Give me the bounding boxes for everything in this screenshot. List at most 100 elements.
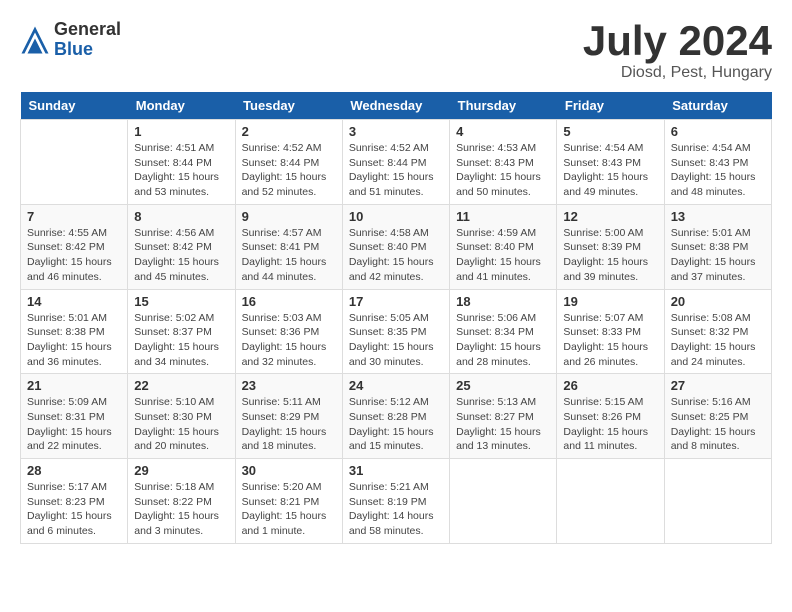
logo-blue-text: Blue — [54, 40, 121, 60]
calendar-table: SundayMondayTuesdayWednesdayThursdayFrid… — [20, 92, 772, 544]
header-day-wednesday: Wednesday — [342, 92, 449, 120]
day-info: Sunrise: 4:56 AM Sunset: 8:42 PM Dayligh… — [134, 226, 228, 285]
day-info: Sunrise: 5:03 AM Sunset: 8:36 PM Dayligh… — [242, 311, 336, 370]
calendar-cell: 16 Sunrise: 5:03 AM Sunset: 8:36 PM Dayli… — [235, 289, 342, 374]
day-number: 30 — [242, 463, 336, 478]
calendar-cell: 1 Sunrise: 4:51 AM Sunset: 8:44 PM Daylig… — [128, 120, 235, 205]
calendar-cell: 31 Sunrise: 5:21 AM Sunset: 8:19 PM Dayli… — [342, 459, 449, 544]
day-number: 26 — [563, 378, 657, 393]
day-number: 15 — [134, 294, 228, 309]
calendar-cell: 22 Sunrise: 5:10 AM Sunset: 8:30 PM Dayli… — [128, 374, 235, 459]
day-number: 21 — [27, 378, 121, 393]
day-info: Sunrise: 5:05 AM Sunset: 8:35 PM Dayligh… — [349, 311, 443, 370]
day-number: 10 — [349, 209, 443, 224]
day-info: Sunrise: 5:07 AM Sunset: 8:33 PM Dayligh… — [563, 311, 657, 370]
calendar-week-row: 7 Sunrise: 4:55 AM Sunset: 8:42 PM Daylig… — [21, 204, 772, 289]
day-number: 23 — [242, 378, 336, 393]
calendar-cell: 23Sunrise: 5:11 AM Sunset: 8:29 PM Dayli… — [235, 374, 342, 459]
day-number: 22 — [134, 378, 228, 393]
day-number: 11 — [456, 209, 550, 224]
calendar-cell: 14 Sunrise: 5:01 AM Sunset: 8:38 PM Dayli… — [21, 289, 128, 374]
day-number: 14 — [27, 294, 121, 309]
header-day-sunday: Sunday — [21, 92, 128, 120]
header-day-tuesday: Tuesday — [235, 92, 342, 120]
calendar-cell: 2Sunrise: 4:52 AM Sunset: 8:44 PM Daylig… — [235, 120, 342, 205]
day-number: 29 — [134, 463, 228, 478]
calendar-cell: 10 Sunrise: 4:58 AM Sunset: 8:40 PM Dayli… — [342, 204, 449, 289]
day-info: Sunrise: 5:21 AM Sunset: 8:19 PM Dayligh… — [349, 480, 443, 539]
calendar-cell: 7 Sunrise: 4:55 AM Sunset: 8:42 PM Daylig… — [21, 204, 128, 289]
day-info: Sunrise: 5:13 AM Sunset: 8:27 PM Dayligh… — [456, 395, 550, 454]
day-info: Sunrise: 5:17 AM Sunset: 8:23 PM Dayligh… — [27, 480, 121, 539]
day-info: Sunrise: 4:52 AM Sunset: 8:44 PM Dayligh… — [349, 141, 443, 200]
calendar-cell: 18 Sunrise: 5:06 AM Sunset: 8:34 PM Dayli… — [450, 289, 557, 374]
day-info: Sunrise: 4:54 AM Sunset: 8:43 PM Dayligh… — [671, 141, 765, 200]
calendar-cell — [664, 459, 771, 544]
day-info: Sunrise: 5:01 AM Sunset: 8:38 PM Dayligh… — [27, 311, 121, 370]
day-info: Sunrise: 5:06 AM Sunset: 8:34 PM Dayligh… — [456, 311, 550, 370]
day-number: 7 — [27, 209, 121, 224]
day-number: 12 — [563, 209, 657, 224]
logo: General Blue — [20, 20, 121, 60]
page-header: General Blue July 2024 Diosd, Pest, Hung… — [20, 20, 772, 82]
calendar-cell: 5Sunrise: 4:54 AM Sunset: 8:43 PM Daylig… — [557, 120, 664, 205]
day-number: 9 — [242, 209, 336, 224]
calendar-cell: 20 Sunrise: 5:08 AM Sunset: 8:32 PM Dayli… — [664, 289, 771, 374]
header-day-monday: Monday — [128, 92, 235, 120]
day-info: Sunrise: 4:55 AM Sunset: 8:42 PM Dayligh… — [27, 226, 121, 285]
day-info: Sunrise: 4:51 AM Sunset: 8:44 PM Dayligh… — [134, 141, 228, 200]
day-info: Sunrise: 5:15 AM Sunset: 8:26 PM Dayligh… — [563, 395, 657, 454]
day-number: 8 — [134, 209, 228, 224]
location: Diosd, Pest, Hungary — [583, 64, 772, 82]
day-number: 16 — [242, 294, 336, 309]
day-info: Sunrise: 5:00 AM Sunset: 8:39 PM Dayligh… — [563, 226, 657, 285]
calendar-cell: 17 Sunrise: 5:05 AM Sunset: 8:35 PM Dayli… — [342, 289, 449, 374]
logo-icon — [20, 25, 50, 55]
calendar-cell: 13Sunrise: 5:01 AM Sunset: 8:38 PM Dayli… — [664, 204, 771, 289]
day-info: Sunrise: 5:18 AM Sunset: 8:22 PM Dayligh… — [134, 480, 228, 539]
day-number: 3 — [349, 124, 443, 139]
day-info: Sunrise: 5:08 AM Sunset: 8:32 PM Dayligh… — [671, 311, 765, 370]
day-info: Sunrise: 5:02 AM Sunset: 8:37 PM Dayligh… — [134, 311, 228, 370]
day-info: Sunrise: 5:10 AM Sunset: 8:30 PM Dayligh… — [134, 395, 228, 454]
calendar-cell — [450, 459, 557, 544]
calendar-cell: 15 Sunrise: 5:02 AM Sunset: 8:37 PM Dayli… — [128, 289, 235, 374]
calendar-cell: 30Sunrise: 5:20 AM Sunset: 8:21 PM Dayli… — [235, 459, 342, 544]
calendar-cell: 21 Sunrise: 5:09 AM Sunset: 8:31 PM Dayli… — [21, 374, 128, 459]
calendar-week-row: 28 Sunrise: 5:17 AM Sunset: 8:23 PM Dayli… — [21, 459, 772, 544]
day-number: 19 — [563, 294, 657, 309]
calendar-cell: 11 Sunrise: 4:59 AM Sunset: 8:40 PM Dayli… — [450, 204, 557, 289]
day-info: Sunrise: 5:09 AM Sunset: 8:31 PM Dayligh… — [27, 395, 121, 454]
day-info: Sunrise: 5:16 AM Sunset: 8:25 PM Dayligh… — [671, 395, 765, 454]
day-number: 18 — [456, 294, 550, 309]
calendar-cell: 29 Sunrise: 5:18 AM Sunset: 8:22 PM Dayli… — [128, 459, 235, 544]
day-info: Sunrise: 4:52 AM Sunset: 8:44 PM Dayligh… — [242, 141, 336, 200]
day-info: Sunrise: 4:58 AM Sunset: 8:40 PM Dayligh… — [349, 226, 443, 285]
day-info: Sunrise: 4:53 AM Sunset: 8:43 PM Dayligh… — [456, 141, 550, 200]
calendar-cell: 19 Sunrise: 5:07 AM Sunset: 8:33 PM Dayli… — [557, 289, 664, 374]
day-number: 6 — [671, 124, 765, 139]
calendar-cell: 3 Sunrise: 4:52 AM Sunset: 8:44 PM Daylig… — [342, 120, 449, 205]
calendar-cell: 4Sunrise: 4:53 AM Sunset: 8:43 PM Daylig… — [450, 120, 557, 205]
day-number: 1 — [134, 124, 228, 139]
day-info: Sunrise: 4:54 AM Sunset: 8:43 PM Dayligh… — [563, 141, 657, 200]
day-number: 28 — [27, 463, 121, 478]
header-day-saturday: Saturday — [664, 92, 771, 120]
day-info: Sunrise: 4:57 AM Sunset: 8:41 PM Dayligh… — [242, 226, 336, 285]
day-number: 20 — [671, 294, 765, 309]
calendar-cell: 9 Sunrise: 4:57 AM Sunset: 8:41 PM Daylig… — [235, 204, 342, 289]
calendar-cell — [557, 459, 664, 544]
calendar-cell: 8 Sunrise: 4:56 AM Sunset: 8:42 PM Daylig… — [128, 204, 235, 289]
day-info: Sunrise: 4:59 AM Sunset: 8:40 PM Dayligh… — [456, 226, 550, 285]
day-number: 31 — [349, 463, 443, 478]
calendar-header-row: SundayMondayTuesdayWednesdayThursdayFrid… — [21, 92, 772, 120]
header-day-friday: Friday — [557, 92, 664, 120]
calendar-cell: 26 Sunrise: 5:15 AM Sunset: 8:26 PM Dayli… — [557, 374, 664, 459]
calendar-week-row: 1 Sunrise: 4:51 AM Sunset: 8:44 PM Daylig… — [21, 120, 772, 205]
month-title: July 2024 — [583, 20, 772, 62]
day-number: 17 — [349, 294, 443, 309]
calendar-cell: 12 Sunrise: 5:00 AM Sunset: 8:39 PM Dayli… — [557, 204, 664, 289]
day-number: 24 — [349, 378, 443, 393]
calendar-cell: 28 Sunrise: 5:17 AM Sunset: 8:23 PM Dayli… — [21, 459, 128, 544]
day-number: 13 — [671, 209, 765, 224]
